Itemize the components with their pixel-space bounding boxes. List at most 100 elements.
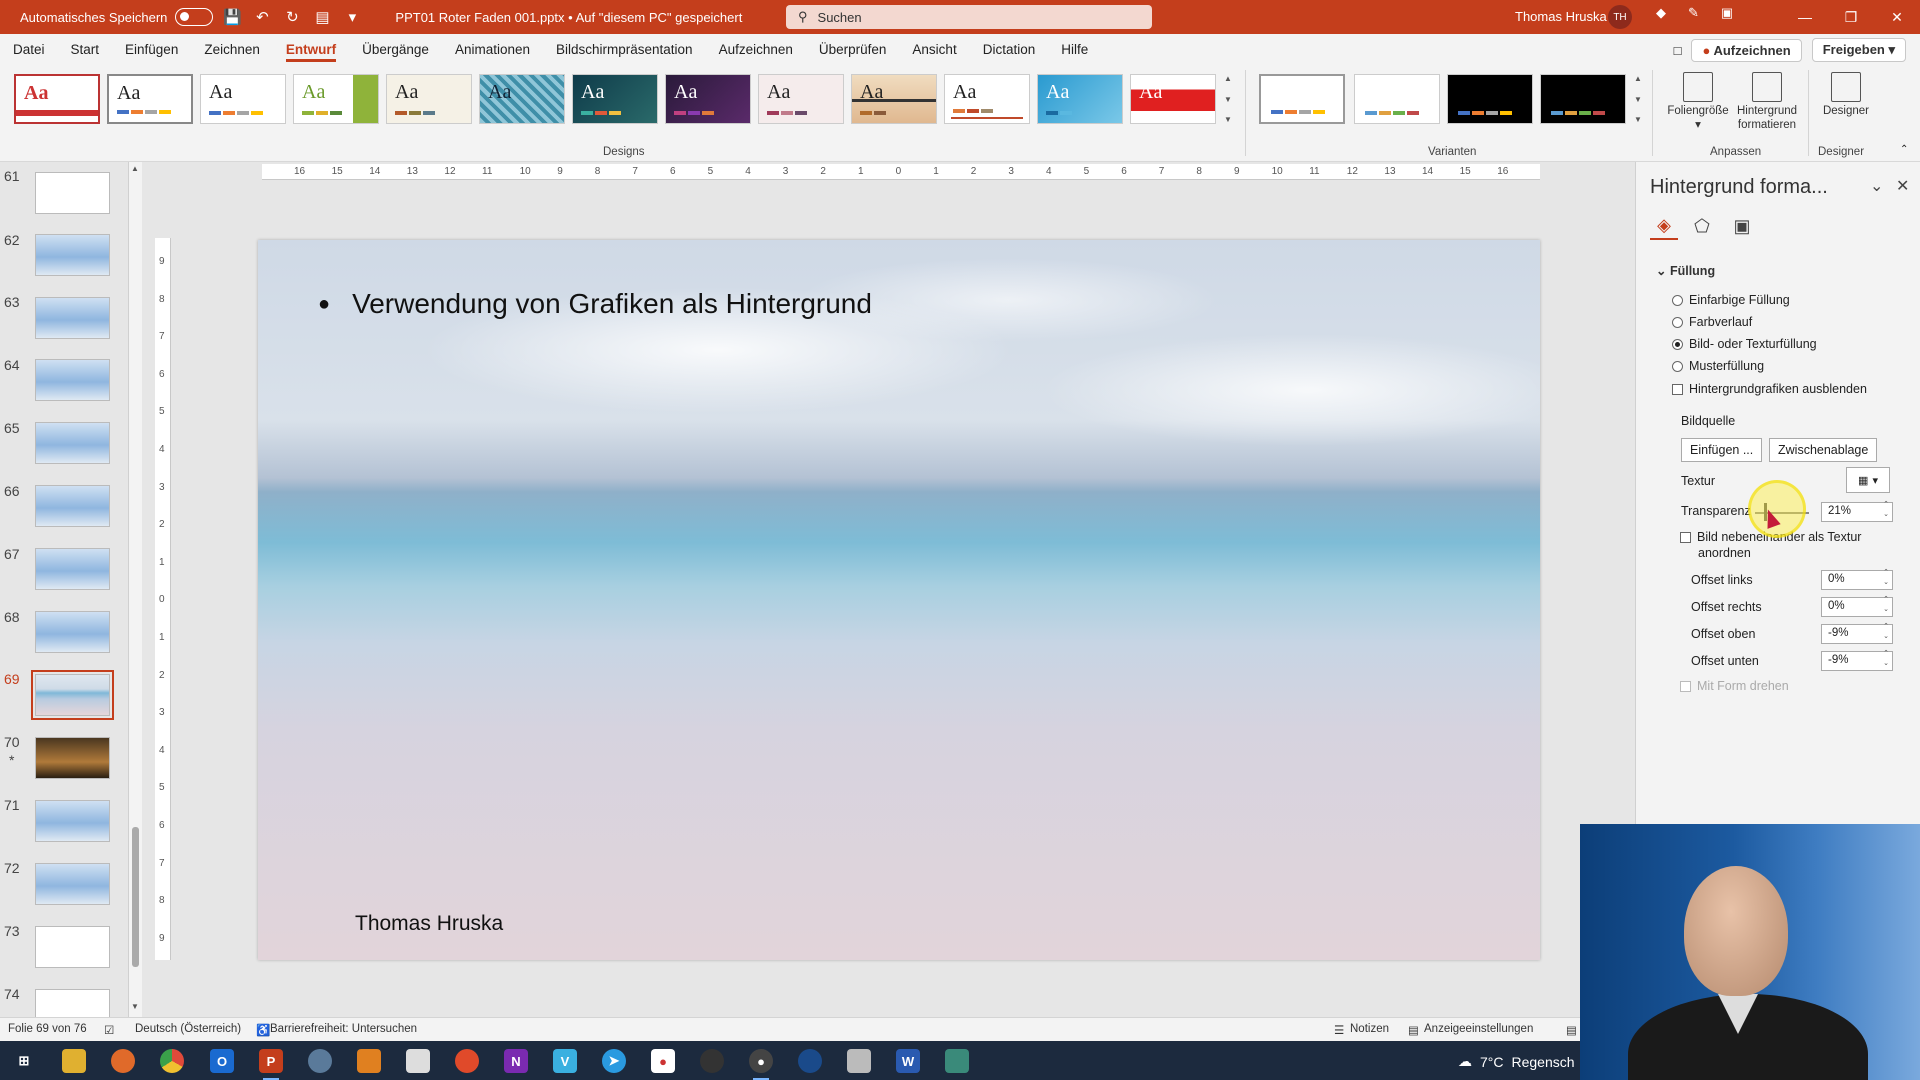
tab-bildschirmpraesentation[interactable]: Bildschirmpräsentation (556, 37, 693, 62)
theme-thumbnail[interactable]: Aa (572, 74, 658, 124)
hide-background-graphics-checkbox[interactable]: Hintergrundgrafiken ausblenden (1672, 382, 1867, 396)
theme-thumbnail[interactable]: Aa (107, 74, 193, 124)
theme-thumbnail[interactable]: Aa (1130, 74, 1216, 124)
pane-options-icon[interactable]: ⌄ (1870, 176, 1883, 196)
scrollbar-thumb[interactable] (132, 827, 139, 967)
tab-animationen[interactable]: Animationen (455, 37, 530, 62)
slide-thumbnail[interactable] (35, 611, 110, 653)
avatar[interactable]: TH (1608, 5, 1632, 29)
pen-icon[interactable]: ✎ (1688, 5, 1699, 21)
tab-start[interactable]: Start (71, 37, 100, 62)
variant-thumbnail[interactable] (1354, 74, 1440, 124)
telegram-icon[interactable]: ➤ (602, 1049, 626, 1073)
minimize-icon[interactable]: — (1782, 0, 1828, 34)
chrome-icon[interactable] (160, 1049, 184, 1073)
theme-thumbnail[interactable]: Aa (200, 74, 286, 124)
theme-thumbnail[interactable]: Aa (14, 74, 100, 124)
slide-thumbnail[interactable] (35, 737, 110, 779)
clipboard-button[interactable]: Zwischenablage (1769, 438, 1878, 462)
outlook-icon[interactable]: O (210, 1049, 234, 1073)
designer-button[interactable]: Designer (1812, 68, 1880, 118)
tab-dictation[interactable]: Dictation (983, 37, 1036, 62)
powerpoint-icon[interactable]: P (259, 1049, 283, 1080)
tile-picture-control[interactable] (1680, 531, 1691, 543)
theme-thumbnail[interactable]: Aa (293, 74, 379, 124)
diamond-icon[interactable]: ◆ (1656, 5, 1666, 21)
redo-icon[interactable]: ↻ (281, 6, 303, 28)
app-icon[interactable] (945, 1049, 969, 1073)
tab-zeichnen[interactable]: Zeichnen (204, 37, 260, 62)
slide-thumbnail[interactable] (35, 297, 110, 339)
close-icon[interactable]: ✕ (1874, 0, 1920, 34)
radio-pattern-fill[interactable]: Musterfüllung (1672, 359, 1764, 373)
radio-picture-fill[interactable]: Bild- oder Texturfüllung (1672, 337, 1817, 351)
ribbon-display-icon[interactable]: ▣ (1721, 5, 1733, 21)
app-icon[interactable]: ● (749, 1049, 773, 1080)
tab-ueberpruefen[interactable]: Überprüfen (819, 37, 887, 62)
spellcheck-icon[interactable]: ☑ (104, 1023, 114, 1037)
app-icon[interactable] (406, 1049, 430, 1073)
share-button[interactable]: Freigeben ▾ (1811, 38, 1906, 62)
radio-gradient-fill[interactable]: Farbverlauf (1672, 315, 1752, 329)
maximize-icon[interactable]: ❐ (1828, 0, 1874, 34)
record-button[interactable]: ● Aufzeichnen (1691, 38, 1802, 62)
variants-gallery-scroll[interactable]: ▲ ▼ ▼ (1631, 74, 1645, 124)
theme-thumbnail[interactable]: Aa (758, 74, 844, 124)
variant-thumbnail[interactable] (1540, 74, 1626, 124)
hide-background-graphics-control[interactable] (1672, 383, 1683, 395)
tab-aufzeichnen[interactable]: Aufzeichnen (719, 37, 793, 62)
scroll-up-icon[interactable]: ▲ (131, 164, 139, 173)
slide-thumbnail[interactable] (35, 863, 110, 905)
theme-thumbnail[interactable]: Aa (944, 74, 1030, 124)
transparency-input[interactable]: 21% (1821, 500, 1893, 522)
slide-thumbnail[interactable] (35, 234, 110, 276)
tab-datei[interactable]: Datei (13, 37, 45, 62)
word-icon[interactable]: W (896, 1049, 920, 1073)
fill-tab-icon[interactable]: ◈ (1650, 212, 1678, 240)
obs-icon[interactable] (700, 1049, 724, 1073)
normal-view-icon[interactable]: ▤ (1566, 1023, 1577, 1037)
scroll-down-icon[interactable]: ▼ (131, 1002, 139, 1011)
weather-widget[interactable]: ☁ 7°C Regensch (1458, 1053, 1575, 1070)
slide-thumbnail[interactable] (35, 548, 110, 590)
tab-einfuegen[interactable]: Einfügen (125, 37, 178, 62)
radio-gradient-fill-control[interactable] (1672, 316, 1683, 328)
search-box[interactable]: ⚲ Suchen (786, 5, 1152, 29)
fill-section-header[interactable]: ⌄ Füllung (1656, 263, 1715, 278)
radio-solid-fill-control[interactable] (1672, 294, 1683, 306)
windows-start-icon[interactable]: ⊞ (12, 1049, 36, 1073)
slide-thumbnail[interactable] (35, 926, 110, 968)
slide-thumbnail[interactable] (35, 800, 110, 842)
file-explorer-icon[interactable] (62, 1049, 86, 1073)
slide-thumbnail[interactable] (35, 359, 110, 401)
picture-tab-icon[interactable]: ▣ (1728, 212, 1756, 240)
undo-icon[interactable]: ↶ (251, 6, 273, 28)
save-icon[interactable]: 💾 (221, 6, 243, 28)
variant-thumbnail[interactable] (1259, 74, 1345, 124)
theme-thumbnail[interactable]: Aa (1037, 74, 1123, 124)
autosave-toggle[interactable] (175, 8, 214, 26)
radio-pattern-fill-control[interactable] (1672, 360, 1683, 372)
app-icon[interactable] (847, 1049, 871, 1073)
app-icon[interactable] (798, 1049, 822, 1073)
slide-bullet[interactable]: ● Verwendung von Grafiken als Hintergrun… (318, 288, 872, 320)
offset-left-input[interactable]: 0% (1821, 568, 1893, 590)
effects-tab-icon[interactable]: ⬠ (1688, 212, 1716, 240)
customize-icon[interactable]: ▾ (341, 6, 363, 28)
designs-gallery-scroll[interactable]: ▲ ▼ ▼ (1221, 74, 1235, 124)
theme-thumbnail[interactable]: Aa (386, 74, 472, 124)
radio-solid-fill[interactable]: Einfarbige Füllung (1672, 293, 1790, 307)
tab-hilfe[interactable]: Hilfe (1061, 37, 1088, 62)
tab-entwurf[interactable]: Entwurf (285, 37, 337, 62)
pane-close-icon[interactable]: ✕ (1896, 176, 1909, 196)
slide-counter[interactable]: Folie 69 von 76 (8, 1023, 87, 1035)
slide-thumbnail-active[interactable] (31, 670, 114, 720)
theme-thumbnail[interactable]: Aa (665, 74, 751, 124)
app-icon[interactable] (455, 1049, 479, 1073)
slide-author[interactable]: Thomas Hruska (355, 912, 503, 936)
vectorworks-icon[interactable]: V (553, 1049, 577, 1073)
offset-bottom-input[interactable]: -9% (1821, 649, 1893, 671)
app-icon[interactable] (308, 1049, 332, 1073)
texture-dropdown[interactable]: ▦ ▾ (1846, 467, 1890, 493)
slide-thumbnail[interactable] (35, 172, 110, 214)
